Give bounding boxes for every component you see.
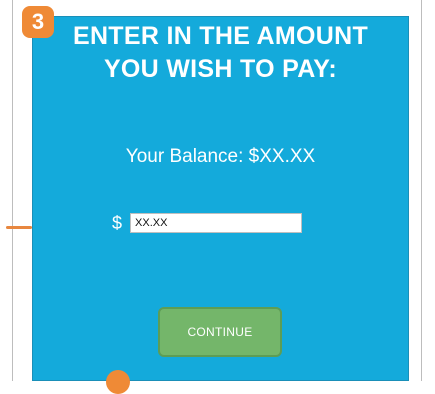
currency-symbol: $ [112,212,123,233]
title-line-2: YOU WISH TO PAY: [103,55,338,83]
next-step-badge [106,370,130,394]
amount-row: $ [112,212,303,234]
amount-input[interactable] [130,213,303,233]
title-line-1: ENTER IN THE AMOUNT [72,22,369,50]
balance-text: Your Balance: $XX.XX [125,146,316,167]
page-title: ENTER IN THE AMOUNT YOU WISH TO PAY: [32,20,409,86]
continue-button[interactable]: CONTINUE [158,307,282,357]
step-connector-line [6,226,32,229]
